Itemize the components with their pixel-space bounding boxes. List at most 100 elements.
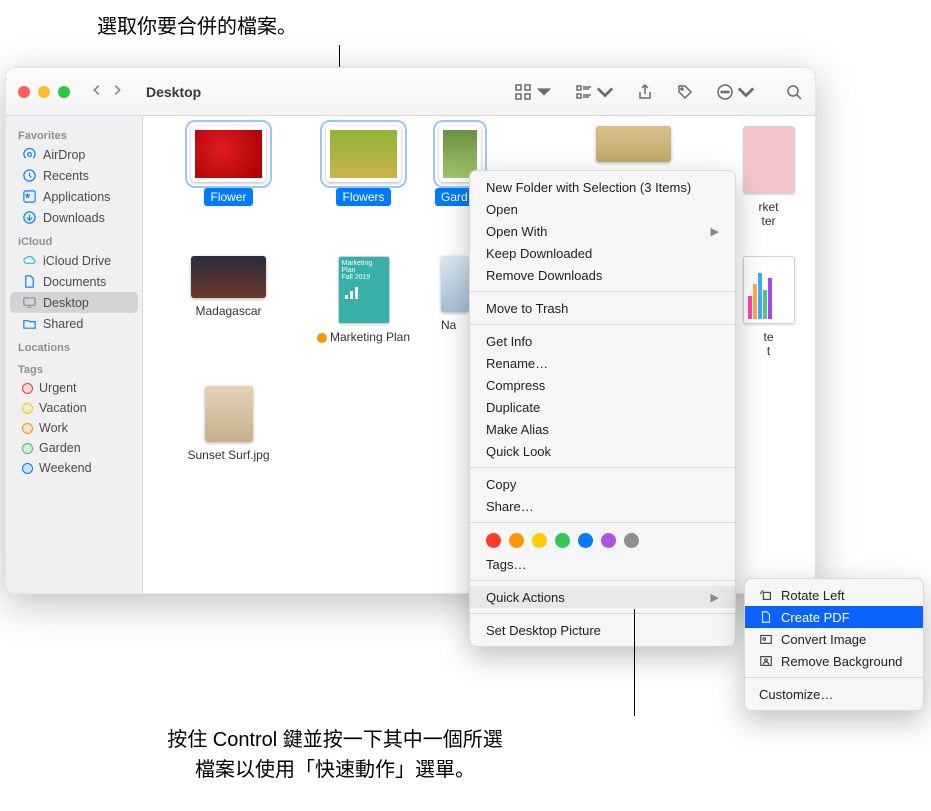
thumbnail bbox=[596, 126, 671, 162]
ctx-remove-downloads[interactable]: Remove Downloads bbox=[470, 264, 735, 286]
separator bbox=[745, 677, 923, 678]
sidebar-label: Downloads bbox=[43, 211, 105, 225]
tag-color-gray[interactable] bbox=[624, 533, 639, 548]
sidebar-tag-vacation[interactable]: Vacation bbox=[10, 398, 138, 418]
file-name: Flower bbox=[204, 188, 252, 206]
minimize-button[interactable] bbox=[38, 86, 50, 98]
ctx-duplicate[interactable]: Duplicate bbox=[470, 396, 735, 418]
sidebar-label: AirDrop bbox=[43, 148, 85, 162]
desktop-icon bbox=[22, 295, 37, 310]
back-button[interactable] bbox=[90, 83, 104, 100]
rotate-left-icon bbox=[759, 588, 773, 602]
qa-rotate-left[interactable]: Rotate Left bbox=[745, 584, 923, 606]
sidebar-label: Recents bbox=[43, 169, 89, 183]
tag-icon[interactable] bbox=[676, 83, 694, 101]
file-name: Madagascar bbox=[195, 304, 261, 318]
qa-remove-background[interactable]: Remove Background bbox=[745, 650, 923, 672]
tag-color-red[interactable] bbox=[486, 533, 501, 548]
ctx-open[interactable]: Open bbox=[470, 198, 735, 220]
ctx-make-alias[interactable]: Make Alias bbox=[470, 418, 735, 440]
file-marketing-plan[interactable]: MarketingPlanFall 2019Marketing Plan bbox=[296, 252, 431, 382]
tag-dot bbox=[22, 463, 33, 474]
ctx-copy[interactable]: Copy bbox=[470, 473, 735, 495]
ctx-compress[interactable]: Compress bbox=[470, 374, 735, 396]
file-name: Sunset Surf.jpg bbox=[187, 448, 269, 462]
file-flower[interactable]: Flower bbox=[161, 122, 296, 252]
view-icon-grid[interactable] bbox=[514, 83, 553, 101]
sidebar-item-icloud-drive[interactable]: iCloud Drive bbox=[10, 250, 138, 271]
file-madagascar[interactable]: Madagascar bbox=[161, 252, 296, 382]
apps-icon bbox=[22, 189, 37, 204]
sidebar-label: Garden bbox=[39, 441, 81, 455]
sidebar-item-shared[interactable]: Shared bbox=[10, 313, 138, 334]
chevron-right-icon: ▶ bbox=[711, 591, 719, 604]
tag-color-yellow[interactable] bbox=[532, 533, 547, 548]
sidebar-label: Work bbox=[39, 421, 68, 435]
sidebar-item-applications[interactable]: Applications bbox=[10, 186, 138, 207]
file-flowers[interactable]: Flowers bbox=[296, 122, 431, 252]
sidebar-tag-urgent[interactable]: Urgent bbox=[10, 378, 138, 398]
separator bbox=[470, 522, 735, 523]
group-icon[interactable] bbox=[575, 83, 614, 101]
thumbnail bbox=[191, 256, 266, 298]
qa-convert-image[interactable]: Convert Image bbox=[745, 628, 923, 650]
sidebar-item-downloads[interactable]: Downloads bbox=[10, 207, 138, 228]
window-title: Desktop bbox=[146, 84, 201, 100]
tag-color-blue[interactable] bbox=[578, 533, 593, 548]
file-sunset-surf[interactable]: Sunset Surf.jpg bbox=[161, 382, 296, 512]
sidebar-heading-locations: Locations bbox=[6, 338, 142, 356]
convert-image-icon bbox=[759, 632, 773, 646]
sidebar-tag-work[interactable]: Work bbox=[10, 418, 138, 438]
separator bbox=[470, 467, 735, 468]
sidebar-item-recents[interactable]: Recents bbox=[10, 165, 138, 186]
forward-button[interactable] bbox=[110, 83, 124, 100]
sidebar-label: Documents bbox=[43, 275, 106, 289]
tag-color-orange[interactable] bbox=[509, 533, 524, 548]
file-name: Flowers bbox=[336, 188, 390, 206]
sidebar-label: iCloud Drive bbox=[43, 254, 111, 268]
file-name: Gard bbox=[435, 188, 474, 206]
search-icon[interactable] bbox=[785, 83, 803, 101]
annotation-top: 選取你要合併的檔案。 bbox=[52, 12, 342, 42]
remove-bg-icon bbox=[759, 654, 773, 668]
sidebar-heading-icloud: iCloud bbox=[6, 232, 142, 250]
annotation-bottom: 按住 Control 鍵並按一下其中一個所選 檔案以使用「快速動作」選單。 bbox=[130, 725, 540, 785]
tag-color-purple[interactable] bbox=[601, 533, 616, 548]
sidebar: Favorites AirDrop Recents Applications D… bbox=[6, 116, 143, 593]
more-icon[interactable] bbox=[716, 83, 755, 101]
ctx-tags[interactable]: Tags… bbox=[470, 553, 735, 575]
sidebar-item-airdrop[interactable]: AirDrop bbox=[10, 144, 138, 165]
ctx-rename[interactable]: Rename… bbox=[470, 352, 735, 374]
sidebar-tag-garden[interactable]: Garden bbox=[10, 438, 138, 458]
sidebar-tag-weekend[interactable]: Weekend bbox=[10, 458, 138, 478]
sidebar-item-desktop[interactable]: Desktop bbox=[10, 292, 138, 313]
sidebar-item-documents[interactable]: Documents bbox=[10, 271, 138, 292]
qa-create-pdf[interactable]: Create PDF bbox=[745, 606, 923, 628]
thumbnail: MarketingPlanFall 2019 bbox=[338, 256, 390, 324]
close-button[interactable] bbox=[18, 86, 30, 98]
tag-badge bbox=[317, 333, 327, 343]
thumbnail bbox=[743, 126, 795, 194]
ctx-set-desktop-picture[interactable]: Set Desktop Picture bbox=[470, 619, 735, 641]
create-pdf-icon bbox=[759, 610, 773, 624]
tag-color-green[interactable] bbox=[555, 533, 570, 548]
thumbnail bbox=[205, 386, 253, 442]
ctx-quick-look[interactable]: Quick Look bbox=[470, 440, 735, 462]
maximize-button[interactable] bbox=[58, 86, 70, 98]
nav-arrows bbox=[90, 83, 124, 100]
qa-customize[interactable]: Customize… bbox=[745, 683, 923, 705]
ctx-open-with[interactable]: Open With▶ bbox=[470, 220, 735, 242]
share-icon[interactable] bbox=[636, 83, 654, 101]
tag-dot bbox=[22, 443, 33, 454]
file-name: te t bbox=[763, 330, 773, 359]
ctx-get-info[interactable]: Get Info bbox=[470, 330, 735, 352]
file-name: Na bbox=[441, 318, 456, 332]
ctx-quick-actions[interactable]: Quick Actions▶ bbox=[470, 586, 735, 608]
sidebar-label: Weekend bbox=[39, 461, 92, 475]
separator bbox=[470, 291, 735, 292]
ctx-share[interactable]: Share… bbox=[470, 495, 735, 517]
ctx-new-folder[interactable]: New Folder with Selection (3 Items) bbox=[470, 176, 735, 198]
tag-dot bbox=[22, 423, 33, 434]
ctx-keep-downloaded[interactable]: Keep Downloaded bbox=[470, 242, 735, 264]
ctx-move-to-trash[interactable]: Move to Trash bbox=[470, 297, 735, 319]
